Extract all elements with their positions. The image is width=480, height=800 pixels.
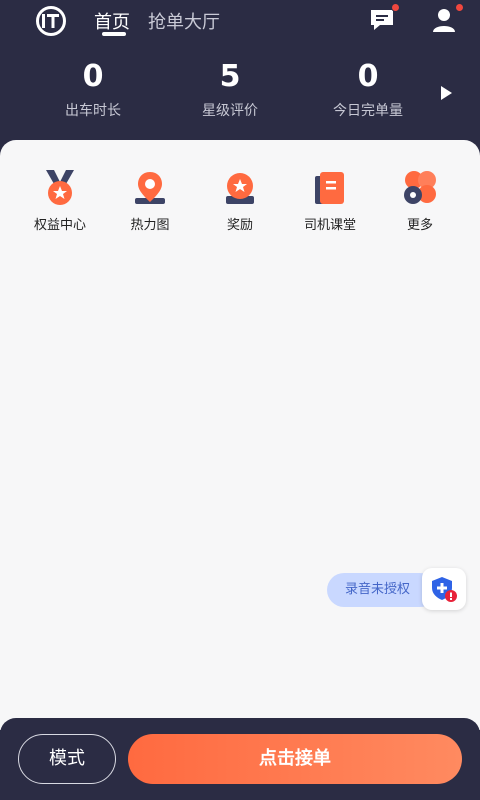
medal-icon <box>46 170 74 205</box>
reward-icon <box>226 173 254 204</box>
menu-item-label: 权益中心 <box>33 218 86 233</box>
menu-item-driver-class[interactable]: 司机课堂 <box>285 168 375 233</box>
message-badge-dot <box>391 3 400 12</box>
more-icon <box>404 171 436 204</box>
user-icon[interactable] <box>430 3 464 33</box>
bottom-bar: 模式 点击接单 <box>0 718 480 800</box>
active-tab-indicator <box>102 32 126 36</box>
recording-unauthorized-pill[interactable]: 录音未授权 <box>327 573 437 607</box>
menu-item-benefits[interactable]: 权益中心 <box>15 168 105 233</box>
stat-drive-time: 0 出车时长 <box>28 60 158 120</box>
book-icon <box>315 172 344 204</box>
tab-home[interactable]: 首页 <box>94 8 130 34</box>
location-pin-icon <box>135 172 165 204</box>
stat-today-orders: 0 今日完单量 <box>303 60 433 120</box>
stat-star-rating: 5 星级评价 <box>165 60 295 120</box>
stat-value: 5 <box>219 59 241 94</box>
stat-label: 星级评价 <box>202 103 258 119</box>
play-arrow-icon[interactable] <box>441 86 452 100</box>
top-bar: 首页 抢单大厅 <box>0 0 480 40</box>
stat-label: 出车时长 <box>65 103 121 119</box>
menu-item-more[interactable]: 更多 <box>375 168 465 233</box>
menu-item-label: 热力图 <box>130 218 170 233</box>
stat-value: 0 <box>357 59 379 94</box>
menu-item-label: 更多 <box>406 218 433 233</box>
menu-item-label: 奖励 <box>226 218 253 233</box>
stat-value: 0 <box>82 59 104 94</box>
main-content: 权益中心 热力图 奖励 司机课堂 更多 <box>0 140 480 730</box>
stat-label: 今日完单量 <box>333 103 403 119</box>
menu-item-label: 司机课堂 <box>303 218 356 233</box>
mode-button[interactable]: 模式 <box>18 734 116 784</box>
shield-warning-icon[interactable] <box>422 568 466 610</box>
menu-item-heatmap[interactable]: 热力图 <box>105 168 195 233</box>
tab-order-hall[interactable]: 抢单大厅 <box>148 8 220 34</box>
accept-order-button[interactable]: 点击接单 <box>128 734 462 784</box>
user-badge-dot <box>455 3 464 12</box>
logo-icon <box>36 6 66 36</box>
message-icon[interactable] <box>368 3 400 33</box>
menu-item-reward[interactable]: 奖励 <box>195 168 285 233</box>
